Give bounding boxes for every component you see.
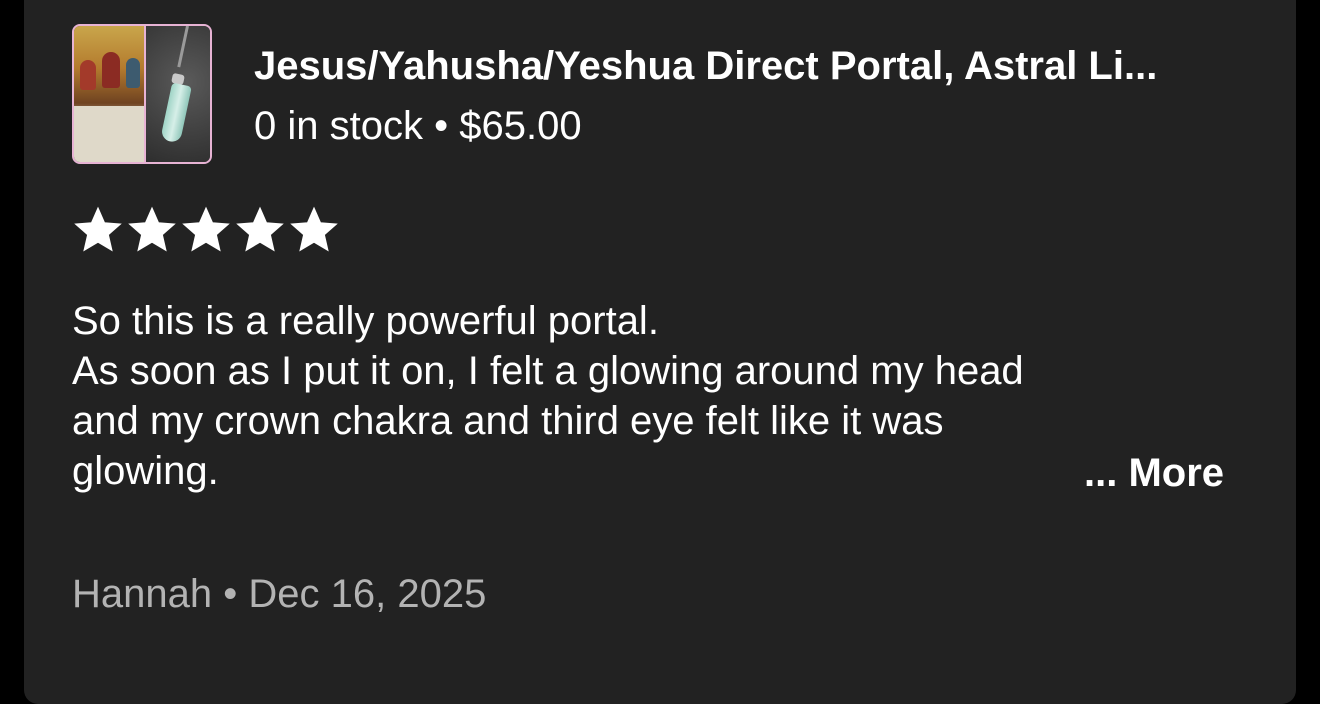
star-icon <box>182 206 230 252</box>
star-icon <box>128 206 176 252</box>
star-icon <box>290 206 338 252</box>
crystal-pendant-image <box>146 26 210 162</box>
star-icon <box>236 206 284 252</box>
meta-separator: • <box>434 104 449 148</box>
review-card: Jesus/Yahusha/Yeshua Direct Portal, Astr… <box>24 0 1296 704</box>
listing-price: $65.00 <box>459 104 582 148</box>
review-line: As soon as I put it on, I felt a glowing… <box>72 349 1024 393</box>
footer-separator: • <box>223 572 238 616</box>
listing-thumbnail[interactable] <box>72 24 212 164</box>
stock-count: 0 in stock <box>254 104 423 148</box>
review-line: glowing. <box>72 449 219 493</box>
review-text: So this is a really powerful portal. As … <box>72 296 1212 496</box>
more-button[interactable]: ... More <box>1084 448 1224 498</box>
review-footer: Hannah • Dec 16, 2025 <box>72 570 486 618</box>
listing-title[interactable]: Jesus/Yahusha/Yeshua Direct Portal, Astr… <box>254 42 1254 90</box>
listing-meta: 0 in stock • $65.00 <box>254 102 582 150</box>
review-line: So this is a really powerful portal. <box>72 299 659 343</box>
last-supper-image <box>74 26 144 162</box>
star-rating <box>72 204 340 256</box>
review-date: Dec 16, 2025 <box>248 572 487 616</box>
reviewer-name: Hannah <box>72 572 213 616</box>
review-line: and my crown chakra and third eye felt l… <box>72 399 944 443</box>
star-icon <box>74 206 122 252</box>
